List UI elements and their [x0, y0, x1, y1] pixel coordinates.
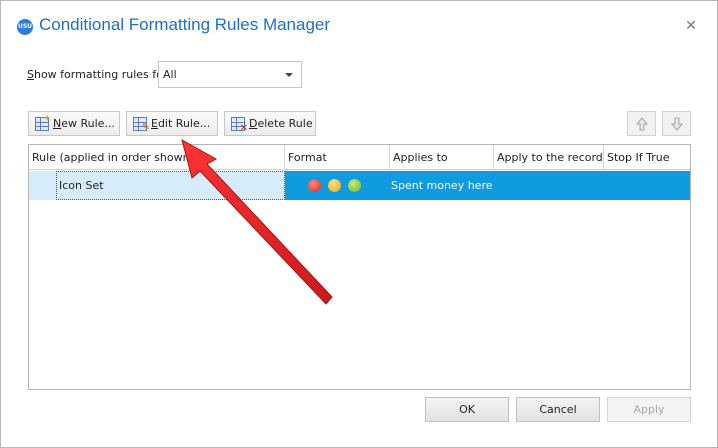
grid-header: Rule (applied in order shown) Format App… — [29, 145, 690, 170]
green-circle-icon — [348, 179, 361, 192]
show-rules-label: Show formatting rules for: — [27, 68, 171, 81]
format-cell[interactable] — [285, 171, 389, 200]
close-button[interactable]: ✕ — [683, 18, 699, 34]
show-rules-select[interactable]: All — [158, 61, 302, 88]
cancel-button[interactable]: Cancel — [516, 397, 600, 422]
new-rule-icon: ✦ — [35, 114, 51, 131]
row-indicator[interactable] — [29, 171, 56, 200]
edit-rule-label: Edit Rule... — [151, 117, 211, 130]
arrow-down-icon — [670, 117, 683, 131]
column-header-format[interactable]: Format — [285, 145, 390, 170]
column-header-apply-to-record[interactable]: Apply to the record — [494, 145, 604, 170]
rules-grid[interactable]: Rule (applied in order shown) Format App… — [28, 144, 691, 390]
column-header-stop-if-true[interactable]: Stop If True — [604, 145, 690, 170]
delete-rule-label: Delete Rule — [249, 117, 313, 130]
dialog-window: USU Conditional Formatting Rules Manager… — [0, 0, 718, 448]
apply-button[interactable]: Apply — [607, 397, 691, 422]
chevron-down-icon — [285, 73, 293, 77]
move-down-button[interactable] — [662, 111, 691, 136]
ok-button[interactable]: OK — [425, 397, 509, 422]
move-up-button[interactable] — [627, 111, 656, 136]
delete-rule-icon: ✕ — [231, 116, 248, 134]
arrow-up-icon — [635, 116, 648, 130]
table-row[interactable]: Icon Set Spent money here — [29, 171, 690, 200]
new-rule-label: New Rule... — [53, 117, 115, 130]
close-icon: ✕ — [685, 18, 697, 34]
edit-rule-icon: ✎ — [133, 116, 150, 133]
title-bar: USU Conditional Formatting Rules Manager… — [1, 1, 717, 53]
delete-rule-button[interactable]: ✕ Delete Rule — [224, 111, 316, 136]
red-circle-icon — [308, 179, 321, 192]
select-value: All — [163, 68, 177, 81]
dialog-title: Conditional Formatting Rules Manager — [39, 15, 331, 34]
column-header-applies-to[interactable]: Applies to — [390, 145, 494, 170]
new-rule-button[interactable]: ✦ New Rule... — [28, 111, 120, 136]
applies-to-cell[interactable]: Spent money here — [390, 171, 493, 200]
column-header-rule[interactable]: Rule (applied in order shown) — [29, 145, 285, 170]
rule-cell[interactable]: Icon Set — [56, 171, 285, 200]
edit-rule-button[interactable]: ✎ Edit Rule... — [126, 111, 218, 136]
yellow-circle-icon — [328, 179, 341, 192]
app-logo-icon: USU — [17, 19, 33, 35]
